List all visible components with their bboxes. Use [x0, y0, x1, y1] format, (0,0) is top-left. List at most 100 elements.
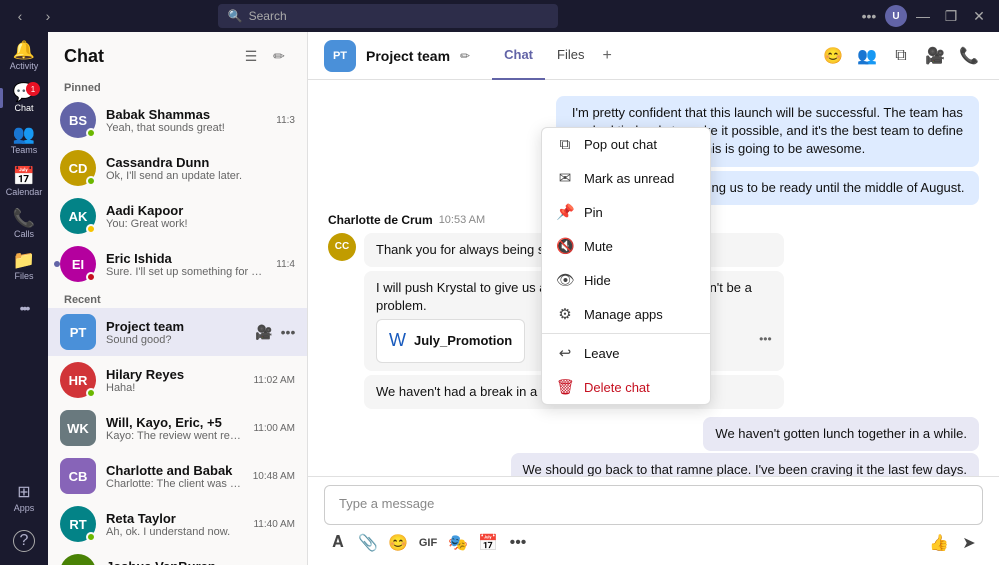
chat-badge: 1: [26, 82, 40, 96]
teams-icon: 👥: [13, 125, 35, 143]
more-options-button[interactable]: •••: [277, 321, 299, 343]
avatar: CB: [60, 458, 96, 494]
list-item[interactable]: WK Will, Kayo, Eric, +5 Kayo: The review…: [48, 404, 307, 452]
sidebar-item-help[interactable]: ?: [4, 521, 44, 561]
send-button[interactable]: ➤: [955, 529, 983, 557]
tab-files[interactable]: Files: [545, 32, 596, 80]
chat-preview: Ok, I'll send an update later.: [106, 170, 295, 182]
sidebar-item-files[interactable]: 📁 Files: [4, 246, 44, 286]
chat-name: Cassandra Dunn: [106, 155, 295, 170]
audio-call-button[interactable]: 📞: [955, 42, 983, 70]
chat-preview: Charlotte: The client was pretty happy w…: [106, 478, 243, 490]
list-item[interactable]: RT Reta Taylor Ah, ok. I understand now.…: [48, 500, 307, 548]
sidebar-item-calendar[interactable]: 📅 Calendar: [4, 162, 44, 202]
like-button[interactable]: 👍: [925, 529, 953, 557]
manage-apps-icon: ⚙: [556, 305, 574, 323]
close-button[interactable]: ✕: [967, 4, 991, 28]
list-item[interactable]: CD Cassandra Dunn Ok, I'll send an updat…: [48, 144, 307, 192]
list-item[interactable]: JV Joshua VanBuren Thanks for reviewing!…: [48, 548, 307, 565]
group-avatar: PT: [324, 40, 356, 72]
more-icon: •••: [20, 301, 29, 315]
popout-button[interactable]: ⧉: [887, 42, 915, 70]
sidebar-item-activity[interactable]: 🔔 Activity: [4, 36, 44, 76]
sidebar-item-label: Calendar: [6, 187, 43, 197]
list-item[interactable]: AK Aadi Kapoor You: Great work!: [48, 192, 307, 240]
emoji-picker-button[interactable]: 😊: [384, 529, 412, 557]
ctx-leave[interactable]: ↩ Leave: [542, 336, 710, 370]
emoji-button[interactable]: 😊: [819, 42, 847, 70]
chat-info: Babak Shammas Yeah, that sounds great!: [106, 107, 266, 134]
ctx-hide[interactable]: 👁 Hide: [542, 263, 710, 297]
attachment-card[interactable]: W July_Promotion: [376, 319, 525, 362]
video-button[interactable]: 🎥: [253, 321, 275, 343]
back-button[interactable]: ‹: [8, 4, 32, 28]
ctx-pin[interactable]: 📌 Pin: [542, 195, 710, 229]
chat-time: 11:40 AM: [253, 519, 295, 530]
avatar: EI: [60, 246, 96, 282]
sidebar-item-chat[interactable]: 💬 Chat 1: [4, 78, 44, 118]
ctx-delete[interactable]: 🗑 Delete chat: [542, 370, 710, 404]
ctx-label: Manage apps: [584, 307, 663, 322]
message-bubble: We haven't gotten lunch together in a wh…: [703, 417, 979, 451]
format-button[interactable]: 𝐀: [324, 529, 352, 557]
gif-button[interactable]: GIF: [414, 529, 442, 557]
minimize-button[interactable]: —: [911, 4, 935, 28]
ctx-mark-unread[interactable]: ✉ Mark as unread: [542, 161, 710, 195]
chat-preview: You: Great work!: [106, 218, 295, 230]
sidebar-item-calls[interactable]: 📞 Calls: [4, 204, 44, 244]
sidebar-item-teams[interactable]: 👥 Teams: [4, 120, 44, 160]
filter-button[interactable]: ☰: [239, 44, 263, 68]
chat-list-header: Chat ☰ ✏: [48, 32, 307, 76]
more-toolbar-button[interactable]: •••: [504, 529, 532, 557]
avatar: BS: [60, 102, 96, 138]
avatar: RT: [60, 506, 96, 542]
status-dot: [86, 176, 96, 186]
forward-button[interactable]: ›: [36, 4, 60, 28]
list-item[interactable]: PT Project team Sound good? 🎥 •••: [48, 308, 307, 356]
message-input-area: Type a message 𝐀 📎 😊 GIF 🎭 📅 ••• 👍 ➤: [308, 476, 999, 565]
search-input[interactable]: [249, 9, 548, 23]
delete-icon: 🗑: [556, 378, 574, 396]
input-placeholder-text: Type a message: [339, 496, 434, 511]
add-tab-button[interactable]: +: [596, 32, 617, 80]
sidebar-item-more[interactable]: •••: [4, 288, 44, 328]
schedule-button[interactable]: 📅: [474, 529, 502, 557]
list-item[interactable]: BS Babak Shammas Yeah, that sounds great…: [48, 96, 307, 144]
chat-time: 11:4: [276, 259, 295, 270]
ctx-manage-apps[interactable]: ⚙ Manage apps: [542, 297, 710, 331]
chat-preview: Kayo: The review went really well! Can't…: [106, 430, 243, 442]
sidebar-item-apps[interactable]: ⊞ Apps: [4, 479, 44, 519]
dots-button[interactable]: •••: [857, 4, 881, 28]
list-item[interactable]: EI Eric Ishida Sure. I'll set up somethi…: [48, 240, 307, 288]
ctx-mute[interactable]: 🔇 Mute: [542, 229, 710, 263]
tab-chat[interactable]: Chat: [492, 32, 545, 80]
new-chat-button[interactable]: ✏: [267, 44, 291, 68]
video-call-button[interactable]: 🎥: [921, 42, 949, 70]
chat-name: Hilary Reyes: [106, 367, 243, 382]
edit-icon[interactable]: ✏: [460, 49, 470, 63]
sidebar-item-label: Chat: [14, 103, 33, 113]
attach-button[interactable]: 📎: [354, 529, 382, 557]
attachment-more-button[interactable]: •••: [759, 331, 772, 348]
chat-info: Joshua VanBuren Thanks for reviewing!: [106, 559, 243, 565]
list-item[interactable]: CB Charlotte and Babak Charlotte: The cl…: [48, 452, 307, 500]
list-item[interactable]: HR Hilary Reyes Haha! 11:02 AM: [48, 356, 307, 404]
avatar: WK: [60, 410, 96, 446]
avatar: U: [885, 5, 907, 27]
chat-time: 10:48 AM: [253, 471, 295, 482]
pin-icon: 📌: [556, 203, 574, 221]
message-input-placeholder: Type a message: [324, 485, 983, 525]
ctx-label: Pop out chat: [584, 137, 657, 152]
restore-button[interactable]: ❐: [939, 4, 963, 28]
message-time: 10:53 AM: [439, 214, 485, 226]
input-toolbar-right: 👍 ➤: [925, 529, 983, 557]
sidebar-item-label: Activity: [10, 61, 39, 71]
chat-name: Reta Taylor: [106, 511, 243, 526]
titlebar: ‹ › 🔍 ••• U — ❐ ✕: [0, 0, 999, 32]
chat-preview: Ah, ok. I understand now.: [106, 526, 243, 538]
chat-name: Babak Shammas: [106, 107, 266, 122]
chat-item-actions: 🎥 •••: [253, 321, 299, 343]
sticker-button[interactable]: 🎭: [444, 529, 472, 557]
participants-button[interactable]: 👥: [853, 42, 881, 70]
ctx-pop-out[interactable]: ⧉ Pop out chat: [542, 128, 710, 161]
